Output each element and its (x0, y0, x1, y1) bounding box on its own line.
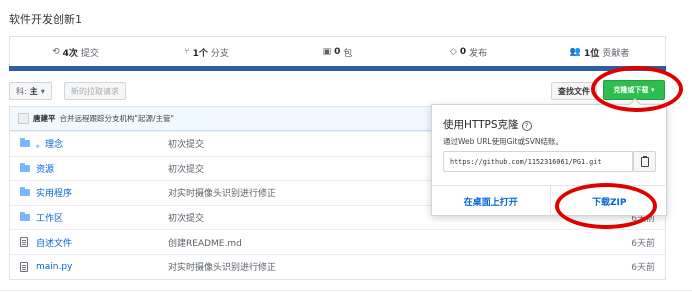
new-pull-request-button[interactable]: 新的拉取请求 (64, 82, 126, 100)
clone-download-button[interactable]: 克隆或下载 ▾ (603, 80, 665, 100)
commit-message[interactable]: 合并远程跟踪分支机构"起源/主管" (60, 113, 174, 124)
file-commit-message[interactable]: 初次提交 (168, 211, 204, 224)
popup-description: 通过Web URL使用Git或SVN结账。 (443, 137, 563, 146)
stat-count: 4次 (62, 48, 78, 59)
find-file-button[interactable]: 查找文件 (551, 82, 597, 100)
stat-label: 贡献者 (602, 48, 630, 59)
branch-icon: ⑂ (184, 47, 190, 57)
tag-icon: ◇ (449, 47, 457, 57)
open-desktop-button[interactable]: 在桌面上打开 (432, 186, 551, 217)
stat-count: 0 (459, 47, 467, 57)
copy-url-button[interactable] (633, 151, 656, 172)
popup-title: 使用HTTPS克隆? (443, 117, 532, 132)
folder-icon (20, 212, 32, 222)
clipboard-icon (640, 155, 649, 167)
repo-title[interactable]: 软件开发创新1 (9, 11, 82, 27)
commits-icon: ⟲ (52, 47, 60, 57)
popup-actions: 在桌面上打开 下载ZIP (432, 185, 668, 217)
stat-count: 1位 (583, 48, 600, 59)
file-age: 6天前 (631, 238, 655, 249)
stat-label: 分支 (210, 48, 229, 59)
file-commit-message[interactable]: 创建README.md (168, 236, 242, 249)
file-name[interactable]: 工作区 (36, 211, 63, 224)
folder-icon (20, 138, 32, 148)
list-item: 自述文件 创建README.md 6天前 (10, 229, 665, 254)
file-name[interactable]: 实用程序 (36, 186, 72, 199)
file-name[interactable]: main.py (36, 262, 72, 272)
stat-commits[interactable]: ⟲ 4次 提交 (10, 37, 141, 67)
file-name[interactable]: 。理念 (36, 137, 63, 150)
file-commit-message[interactable]: 对实时摄像头识别进行修正 (168, 260, 276, 273)
file-name[interactable]: 资源 (36, 162, 54, 175)
branch-prefix: 科: (16, 86, 27, 96)
stat-label: 发布 (469, 48, 488, 59)
branch-select-button[interactable]: 科: 主 ▾ (9, 82, 52, 100)
clone-popup: 使用HTTPS克隆? 通过Web URL使用Git或SVN结账。 https:/… (431, 98, 668, 217)
file-commit-message[interactable]: 对实时摄像头识别进行修正 (168, 186, 276, 199)
file-name[interactable]: 自述文件 (36, 236, 72, 249)
file-commit-message[interactable]: 初次提交 (168, 137, 204, 150)
repo-stats-bar: ⟲ 4次 提交 ⑂ 1个 分支 ▣ 0 包 ◇ 0 发布 👥 1位 贡献者 (9, 36, 666, 67)
stat-count: 1个 (192, 48, 208, 59)
file-age: 6天前 (631, 263, 655, 274)
stat-label: 包 (343, 48, 353, 59)
clone-url-input[interactable]: https://github.com/1152316061/PG1.git (443, 151, 633, 172)
file-commit-message[interactable]: 初次提交 (168, 162, 204, 175)
commit-author[interactable]: 唐建平 (33, 113, 56, 124)
help-icon[interactable]: ? (521, 121, 532, 131)
folder-icon (20, 162, 32, 172)
stat-count: 0 (334, 47, 341, 57)
list-item: main.py 对实时摄像头识别进行修正 6天前 (10, 253, 665, 279)
file-icon (20, 261, 32, 272)
package-icon: ▣ (322, 47, 332, 57)
file-icon (20, 237, 32, 248)
download-zip-button[interactable]: 下载ZIP (551, 186, 669, 217)
popup-title-text: 使用HTTPS克隆 (443, 119, 519, 131)
chevron-down-icon: ▾ (40, 86, 45, 96)
stat-contributors[interactable]: 👥 1位 贡献者 (534, 37, 665, 67)
folder-icon (20, 187, 32, 197)
avatar[interactable] (18, 113, 29, 124)
stat-packages[interactable]: ▣ 0 包 (272, 37, 403, 67)
contributors-icon: 👥 (569, 47, 581, 57)
stat-branches[interactable]: ⑂ 1个 分支 (141, 37, 272, 67)
language-bar (9, 66, 666, 71)
stat-label: 提交 (80, 48, 99, 59)
divider (0, 290, 692, 291)
branch-name: 主 (29, 86, 38, 96)
stat-releases[interactable]: ◇ 0 发布 (403, 37, 534, 67)
